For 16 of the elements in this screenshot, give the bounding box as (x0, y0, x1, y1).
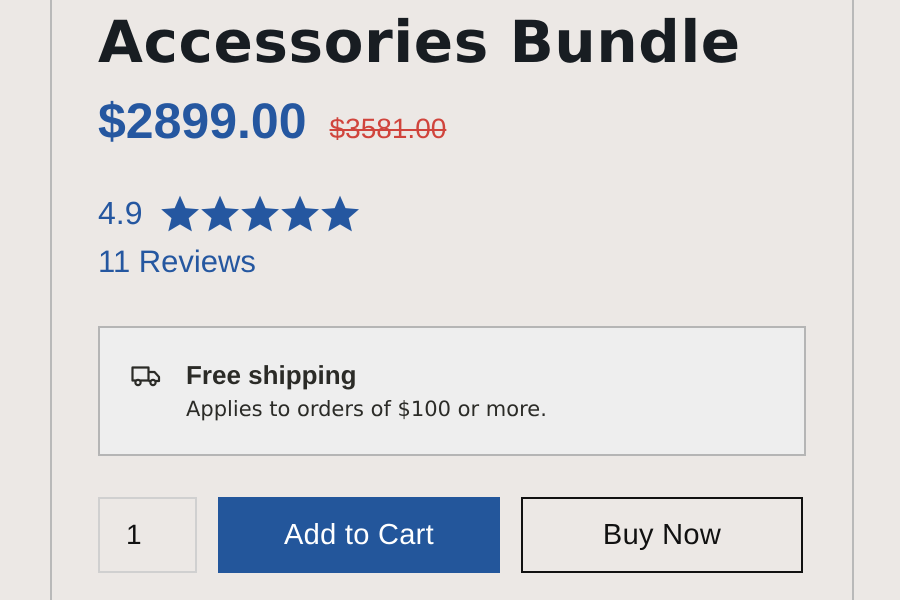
star-icon (161, 194, 200, 232)
truck-icon (131, 365, 161, 387)
reviews-link[interactable]: 11 Reviews (98, 244, 256, 280)
shipping-description: Applies to orders of $100 or more. (186, 396, 547, 422)
sale-price: $2899.00 (98, 93, 307, 149)
shipping-title: Free shipping (186, 360, 356, 390)
star-icon (241, 194, 280, 232)
buy-now-button[interactable]: Buy Now (521, 497, 803, 573)
star-icon (201, 194, 240, 232)
original-price: $3581.00 (330, 113, 446, 145)
product-title: Accessories Bundle (98, 10, 741, 74)
rating-score: 4.9 (98, 194, 142, 233)
star-icon (321, 194, 360, 232)
add-to-cart-button[interactable]: Add to Cart (218, 497, 500, 573)
star-icon (281, 194, 320, 232)
quantity-field[interactable]: 1 (98, 497, 197, 573)
